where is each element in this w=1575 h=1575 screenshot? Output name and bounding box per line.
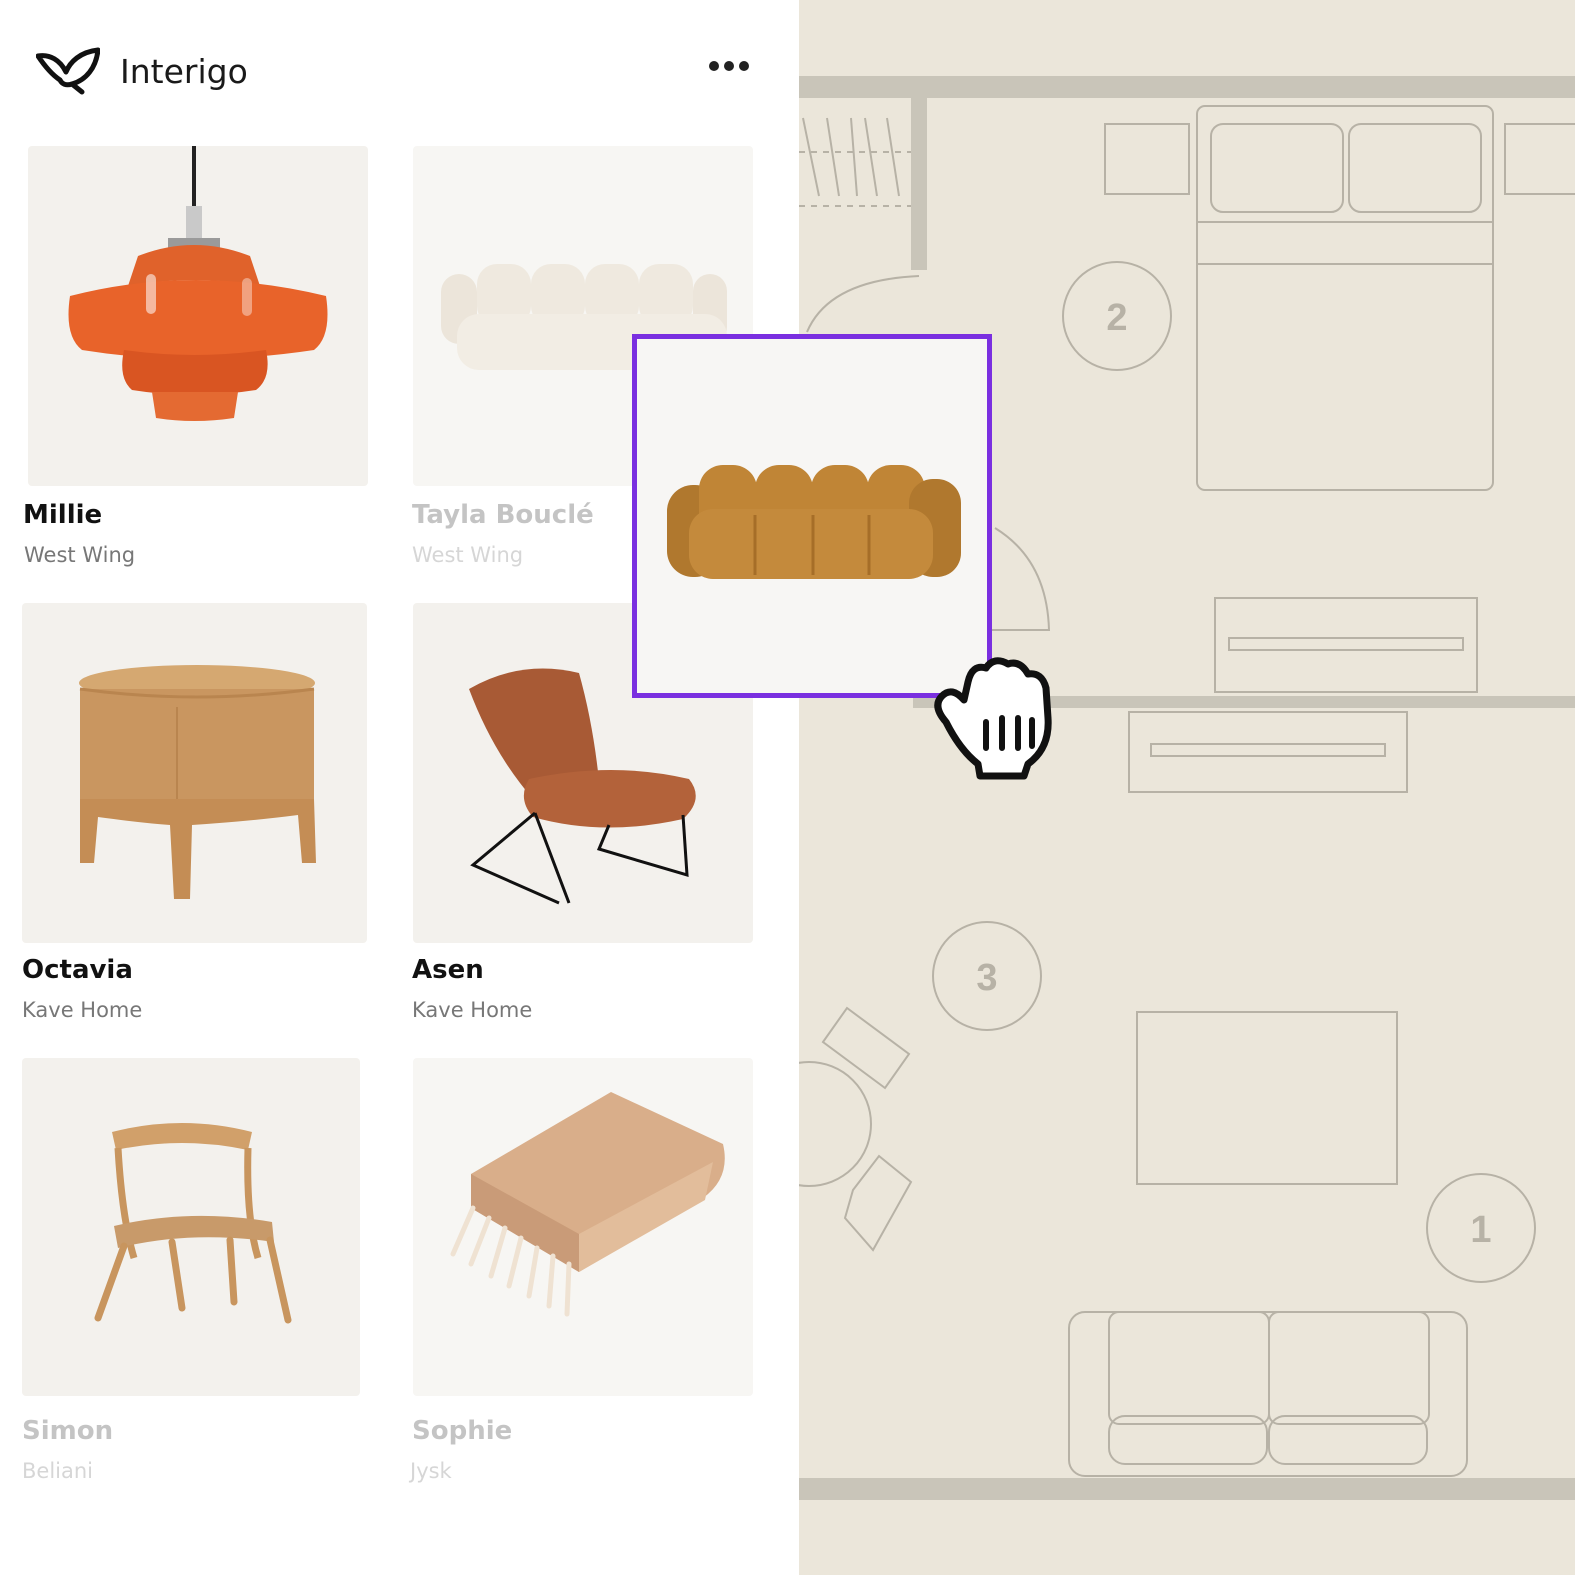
plan-marker-1[interactable]: 1 bbox=[1470, 1209, 1491, 1251]
floor-plan-canvas[interactable]: 2 3 1 bbox=[799, 0, 1575, 1575]
product-store: Kave Home bbox=[412, 998, 533, 1022]
product-card-octavia[interactable] bbox=[22, 603, 367, 943]
product-name[interactable]: Simon bbox=[22, 1416, 113, 1446]
more-horizontal-icon[interactable] bbox=[704, 52, 756, 80]
product-store: Beliani bbox=[22, 1459, 94, 1483]
pendant-lamp-icon bbox=[68, 146, 328, 421]
leaf-logo-icon bbox=[35, 46, 101, 96]
product-store: West Wing bbox=[24, 543, 136, 567]
product-card-simon[interactable] bbox=[22, 1058, 360, 1396]
grab-hand-cursor-icon bbox=[924, 652, 1068, 782]
plan-marker-3[interactable]: 3 bbox=[976, 957, 997, 999]
mustard-sofa-icon bbox=[667, 465, 961, 579]
product-store: West Wing bbox=[412, 543, 524, 567]
product-store: Jysk bbox=[410, 1459, 452, 1483]
product-name[interactable]: Tayla Bouclé bbox=[412, 500, 594, 530]
product-name[interactable]: Asen bbox=[412, 955, 484, 985]
product-card-millie[interactable] bbox=[28, 146, 368, 486]
product-card-sophie[interactable] bbox=[413, 1058, 753, 1396]
product-panel: Interigo Millie West Wing Tayla Bouclé W… bbox=[0, 0, 799, 1575]
plan-marker-2[interactable]: 2 bbox=[1106, 297, 1127, 339]
floor-plan-drawing: 2 3 1 bbox=[799, 76, 1575, 1500]
app-title: Interigo bbox=[120, 52, 248, 91]
throw-blanket-icon bbox=[450, 1092, 725, 1317]
product-name[interactable]: Sophie bbox=[412, 1416, 512, 1446]
product-name[interactable]: Octavia bbox=[22, 955, 133, 985]
drag-preview[interactable] bbox=[632, 334, 992, 698]
product-name[interactable]: Millie bbox=[23, 500, 102, 530]
product-store: Kave Home bbox=[22, 998, 143, 1022]
dining-chair-icon bbox=[94, 1123, 292, 1324]
side-table-icon bbox=[79, 665, 316, 899]
